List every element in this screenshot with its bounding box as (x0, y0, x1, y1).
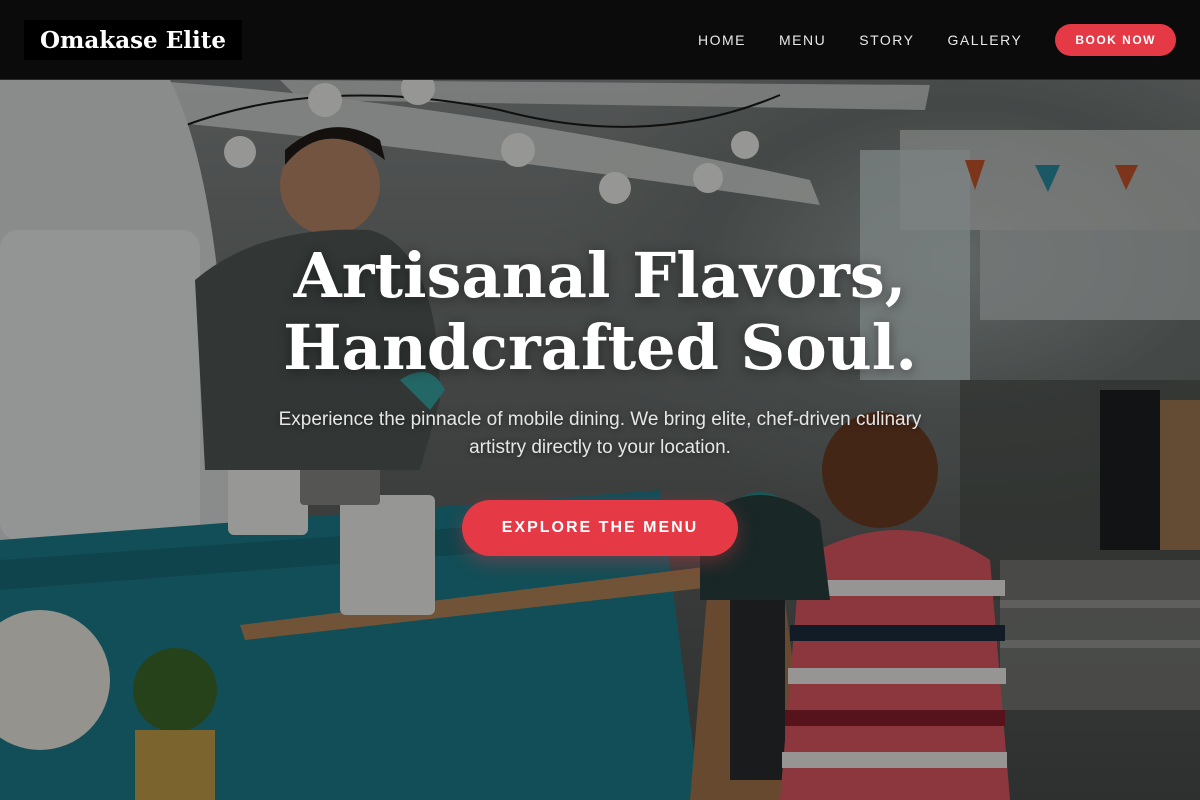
brand-logo[interactable]: Omakase Elite (24, 20, 242, 60)
book-now-button[interactable]: BOOK NOW (1055, 24, 1176, 56)
hero-subtext: Experience the pinnacle of mobile dining… (278, 409, 922, 458)
navbar: Omakase Elite HOME MENU STORY GALLERY BO… (0, 0, 1200, 80)
hero-headline-line2: Handcrafted Soul. (283, 311, 917, 384)
hero-content: Artisanal Flavors, Handcrafted Soul. Exp… (0, 240, 1200, 556)
nav-link-home[interactable]: HOME (698, 32, 746, 48)
nav-link-gallery[interactable]: GALLERY (947, 32, 1022, 48)
nav-link-menu[interactable]: MENU (779, 32, 826, 48)
nav-link-story[interactable]: STORY (859, 32, 914, 48)
hero-headline: Artisanal Flavors, Handcrafted Soul. (0, 240, 1200, 384)
main-nav: HOME MENU STORY GALLERY BOOK NOW (698, 0, 1176, 80)
explore-menu-button[interactable]: EXPLORE THE MENU (461, 500, 739, 556)
hero-headline-line1: Artisanal Flavors, (293, 239, 907, 312)
